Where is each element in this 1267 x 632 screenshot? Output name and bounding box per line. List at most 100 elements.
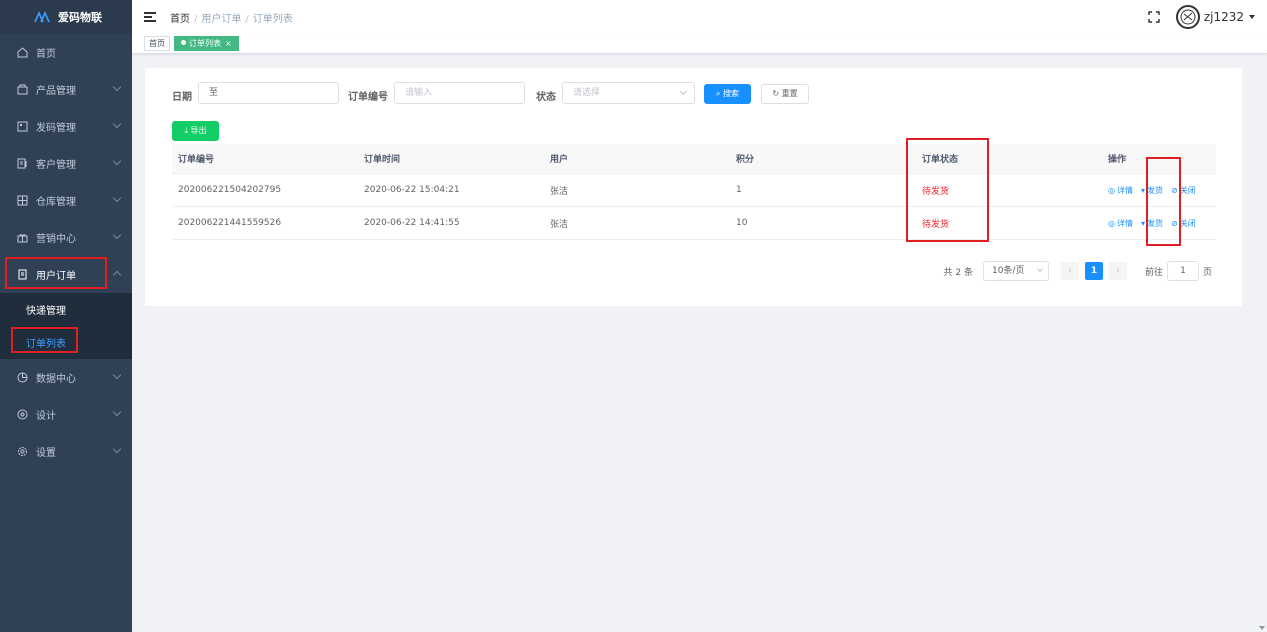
status-placeholder: 请选择 [573, 88, 601, 98]
hamburger-icon[interactable] [144, 12, 156, 22]
table-header: 订单编号 订单时间 用户 积分 订单状态 操作 [172, 144, 1216, 174]
home-icon [16, 47, 28, 59]
chevron-down-icon [112, 230, 122, 240]
sidebar-item-label: 数据中心 [36, 374, 76, 385]
avatar[interactable] [1175, 5, 1200, 29]
table-row: 202006221441559526 2020-06-22 14:41:55 张… [172, 207, 1216, 240]
breadcrumb: 首页 / 用户订单 / 订单列表 [170, 13, 293, 25]
warehouse-icon [16, 195, 28, 207]
column-header: 积分 [736, 155, 755, 165]
status-label: 状态 [536, 92, 556, 103]
column-header: 操作 [1108, 155, 1127, 165]
prev-page-button[interactable]: ‹ [1060, 262, 1079, 280]
order-icon [16, 269, 28, 281]
chevron-down-icon [112, 370, 122, 380]
page-size-select[interactable]: 10条/页 [982, 261, 1049, 281]
top-navbar: 首页 / 用户订单 / 订单列表 zj1232 [132, 0, 1267, 34]
sidebar-item-products[interactable]: 产品管理 [0, 71, 132, 108]
breadcrumb-item: 订单列表 [252, 13, 293, 25]
sidebar-item-customers[interactable]: 客户管理 [0, 145, 132, 182]
close-order-icon: ⊘ [1171, 185, 1178, 195]
date-range-picker[interactable]: 至 [198, 82, 339, 104]
ship-link[interactable]: ▾ 发货 [1141, 219, 1163, 228]
search-button[interactable]: ⌕ 搜索 [704, 84, 751, 104]
table-row: 202006221504202795 2020-06-22 15:04:21 张… [172, 174, 1216, 207]
tag-home[interactable]: 首页 [144, 36, 170, 51]
sidebar-item-orders[interactable]: 用户订单 [0, 256, 132, 293]
sidebar-item-label: 产品管理 [36, 86, 76, 97]
sidebar-item-settings[interactable]: 设置 [0, 433, 132, 470]
sidebar-item-label: 发码管理 [36, 123, 76, 134]
chevron-down-icon [1037, 266, 1043, 272]
close-link[interactable]: ⊘ 关闭 [1171, 186, 1196, 195]
order-no-input[interactable]: 请输入 [394, 82, 525, 104]
page-number-button[interactable]: 1 [1084, 262, 1103, 280]
truck-icon: ▾ [1140, 218, 1145, 228]
chevron-up-icon [112, 270, 122, 280]
export-button-label: 导出 [190, 126, 207, 135]
sidebar-subitem-order-list[interactable]: 订单列表 [0, 326, 132, 359]
detail-link[interactable]: ◎ 详情 [1108, 219, 1133, 228]
goto-page-input[interactable]: 1 [1166, 261, 1199, 281]
fullscreen-icon[interactable] [1148, 11, 1160, 23]
eye-icon: ◎ [1108, 218, 1115, 228]
app-title: 爱码物联 [58, 11, 102, 24]
dot-icon [181, 40, 186, 45]
marketing-icon [16, 232, 28, 244]
chevron-down-icon [112, 82, 122, 92]
logo[interactable]: 爱码物联 [0, 0, 132, 34]
ship-label: 发货 [1147, 218, 1163, 228]
sidebar-item-data-center[interactable]: 数据中心 [0, 359, 132, 396]
caret-down-icon[interactable] [1249, 15, 1255, 19]
order-list-card: 日期 至 订单编号 请输入 状态 请选择 ⌕ 搜索 ↻ 重置 ⤓ 导出 订单编号… [145, 68, 1242, 306]
reset-button[interactable]: ↻ 重置 [761, 84, 809, 104]
sidebar-item-label: 设计 [36, 411, 56, 422]
box-icon [16, 84, 28, 96]
column-header: 订单时间 [364, 155, 401, 165]
chevron-down-icon [112, 407, 122, 417]
sidebar-item-marketing[interactable]: 营销中心 [0, 219, 132, 256]
next-page-button[interactable]: › [1108, 262, 1127, 280]
sidebar-item-warehouse[interactable]: 仓库管理 [0, 182, 132, 219]
ship-label: 发货 [1147, 185, 1163, 195]
search-button-label: 搜索 [723, 89, 740, 98]
page-suffix: 页 [1202, 267, 1212, 278]
status-cell: 待发货 [922, 186, 950, 197]
sidebar-item-label: 仓库管理 [36, 197, 76, 208]
ship-link[interactable]: ▾ 发货 [1141, 186, 1163, 195]
tag-label: 订单列表 [189, 39, 221, 48]
breadcrumb-item[interactable]: 用户订单 [201, 14, 241, 25]
sidebar-item-design[interactable]: 设计 [0, 396, 132, 433]
goto-label: 前往 [1144, 267, 1163, 278]
order-no-cell: 202006221504202795 [178, 185, 282, 195]
sidebar-item-label: 用户订单 [36, 271, 76, 282]
sidebar-item-codes[interactable]: 发码管理 [0, 108, 132, 145]
points-cell: 1 [736, 185, 742, 195]
close-icon[interactable]: × [225, 39, 232, 48]
close-label: 关闭 [1179, 185, 1196, 195]
sidebar-item-label: 首页 [36, 49, 56, 60]
close-link[interactable]: ⊘ 关闭 [1171, 219, 1196, 228]
username[interactable]: zj1232 [1204, 10, 1244, 24]
orders-table: 订单编号 订单时间 用户 积分 订单状态 操作 2020062215042027… [172, 144, 1216, 240]
logo-icon [34, 11, 50, 23]
sidebar-item-label: 营销中心 [36, 234, 76, 245]
scroll-down-arrow-icon[interactable] [1259, 626, 1265, 630]
contacts-icon [16, 158, 28, 170]
settings-icon [16, 446, 28, 458]
tag-order-list[interactable]: 订单列表 × [174, 36, 239, 51]
export-button[interactable]: ⤓ 导出 [172, 121, 219, 141]
date-label: 日期 [172, 92, 192, 103]
breadcrumb-item[interactable]: 首页 [170, 14, 190, 25]
sidebar-subitem-express[interactable]: 快递管理 [0, 293, 132, 326]
order-no-label: 订单编号 [348, 92, 388, 103]
status-select[interactable]: 请选择 [562, 82, 695, 104]
status-cell: 待发货 [922, 219, 950, 230]
column-header: 订单状态 [922, 155, 959, 165]
detail-label: 详情 [1116, 218, 1133, 228]
sidebar-item-home[interactable]: 首页 [0, 34, 132, 71]
detail-link[interactable]: ◎ 详情 [1108, 186, 1133, 195]
pagination: 共 2 条 10条/页 ‹ 1 › 前往 1 页 [944, 261, 1212, 281]
sidebar-item-label: 设置 [36, 448, 56, 459]
actions-cell: ◎ 详情 ▾ 发货 ⊘ 关闭 [1102, 185, 1216, 196]
